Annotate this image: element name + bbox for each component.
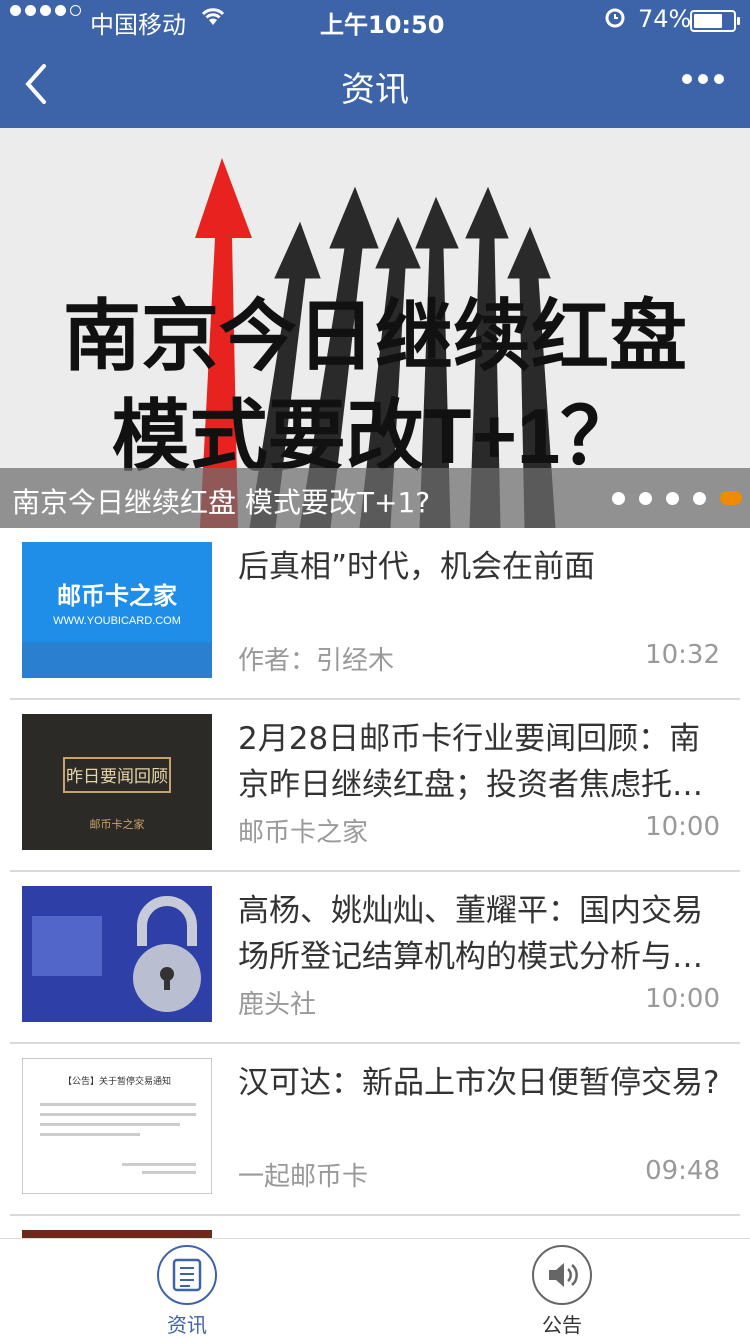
news-source: 鹿头社 bbox=[238, 990, 317, 1020]
news-item[interactable]: 【公告】关于暂停交易通知 汉可达：新品上市次日便暂停交易? 一起邮币卡 09:4… bbox=[10, 1044, 740, 1216]
news-item[interactable] bbox=[10, 1216, 740, 1238]
news-thumbnail bbox=[22, 886, 212, 1022]
battery-percentage: 74% bbox=[638, 5, 692, 33]
news-thumbnail: 邮币卡之家 WWW.YOUBICARD.COM bbox=[22, 542, 212, 678]
wifi-icon bbox=[200, 5, 226, 33]
thumbnail-url: WWW.YOUBICARD.COM bbox=[53, 615, 181, 627]
banner-image-line2: 模式要改T+1？ bbox=[112, 392, 639, 480]
carousel-dot[interactable] bbox=[612, 491, 625, 505]
news-source: 一起邮币卡 bbox=[238, 1162, 369, 1192]
more-options-button[interactable] bbox=[682, 74, 724, 84]
news-time: 10:32 bbox=[645, 640, 720, 670]
banner-carousel[interactable]: 南京今日继续红盘 模式要改T+1？ 南京今日继续红盘 模式要改T+1? bbox=[0, 128, 750, 528]
banner-caption: 南京今日继续红盘 模式要改T+1? bbox=[0, 468, 750, 528]
banner-image-line1: 南京今日继续红盘 bbox=[63, 292, 687, 380]
thumbnail-title: 昨日要闻回顾 bbox=[66, 767, 168, 786]
battery-icon bbox=[690, 10, 740, 32]
tab-notice[interactable]: 公告 bbox=[492, 1245, 632, 1338]
clock-time: 上午10:50 bbox=[320, 11, 445, 39]
news-item[interactable]: 高杨、姚灿灿、董耀平：国内交易场所登记结算机构的模式分析与… 鹿头社 10:00 bbox=[10, 872, 740, 1044]
signal-strength-icon bbox=[10, 5, 81, 16]
tab-bar: 资讯 公告 bbox=[0, 1238, 750, 1337]
news-title[interactable]: 2月28日邮币卡行业要闻回顾：南京昨日继续红盘；投资者焦虑托… bbox=[238, 716, 726, 808]
news-source: 邮币卡之家 bbox=[238, 818, 369, 848]
news-title[interactable]: 高杨、姚灿灿、董耀平：国内交易场所登记结算机构的模式分析与… bbox=[238, 888, 726, 980]
banner-caption-text: 南京今日继续红盘 模式要改T+1? bbox=[12, 486, 431, 519]
carrier-name: 中国移动 bbox=[90, 11, 186, 39]
carousel-dot[interactable] bbox=[693, 491, 706, 505]
status-bar: 中国移动 上午10:50 74% bbox=[0, 0, 750, 40]
carousel-indicators bbox=[612, 491, 742, 505]
carousel-dot[interactable] bbox=[720, 491, 742, 505]
speaker-icon bbox=[532, 1245, 592, 1305]
news-source: 作者：引经木 bbox=[238, 646, 395, 676]
tab-news[interactable]: 资讯 bbox=[117, 1245, 257, 1338]
alarm-icon bbox=[603, 5, 627, 35]
page-title: 资讯 bbox=[341, 70, 409, 110]
news-thumbnail: 【公告】关于暂停交易通知 bbox=[22, 1058, 212, 1194]
navigation-bar: 资讯 bbox=[0, 40, 750, 128]
thumbnail-subtitle: 邮币卡之家 bbox=[90, 817, 145, 831]
news-thumbnail bbox=[22, 1230, 212, 1238]
document-list-icon bbox=[157, 1245, 217, 1305]
news-list: 邮币卡之家 WWW.YOUBICARD.COM 后真相”时代，机会在前面 作者：… bbox=[0, 528, 750, 1238]
carousel-dot[interactable] bbox=[639, 491, 652, 505]
news-thumbnail: 昨日要闻回顾 邮币卡之家 bbox=[22, 714, 212, 850]
news-item[interactable]: 邮币卡之家 WWW.YOUBICARD.COM 后真相”时代，机会在前面 作者：… bbox=[10, 528, 740, 700]
news-time: 10:00 bbox=[645, 812, 720, 842]
news-title[interactable]: 后真相”时代，机会在前面 bbox=[238, 544, 726, 590]
thumbnail-title: 邮币卡之家 bbox=[57, 582, 177, 610]
carousel-dot[interactable] bbox=[666, 491, 679, 505]
news-item[interactable]: 昨日要闻回顾 邮币卡之家 2月28日邮币卡行业要闻回顾：南京昨日继续红盘；投资者… bbox=[10, 700, 740, 872]
news-time: 10:00 bbox=[645, 984, 720, 1014]
news-time: 09:48 bbox=[645, 1156, 720, 1186]
thumbnail-title: 【公告】关于暂停交易通知 bbox=[63, 1075, 171, 1086]
news-title[interactable]: 汉可达：新品上市次日便暂停交易? bbox=[238, 1060, 726, 1106]
padlock-icon bbox=[22, 886, 212, 1022]
